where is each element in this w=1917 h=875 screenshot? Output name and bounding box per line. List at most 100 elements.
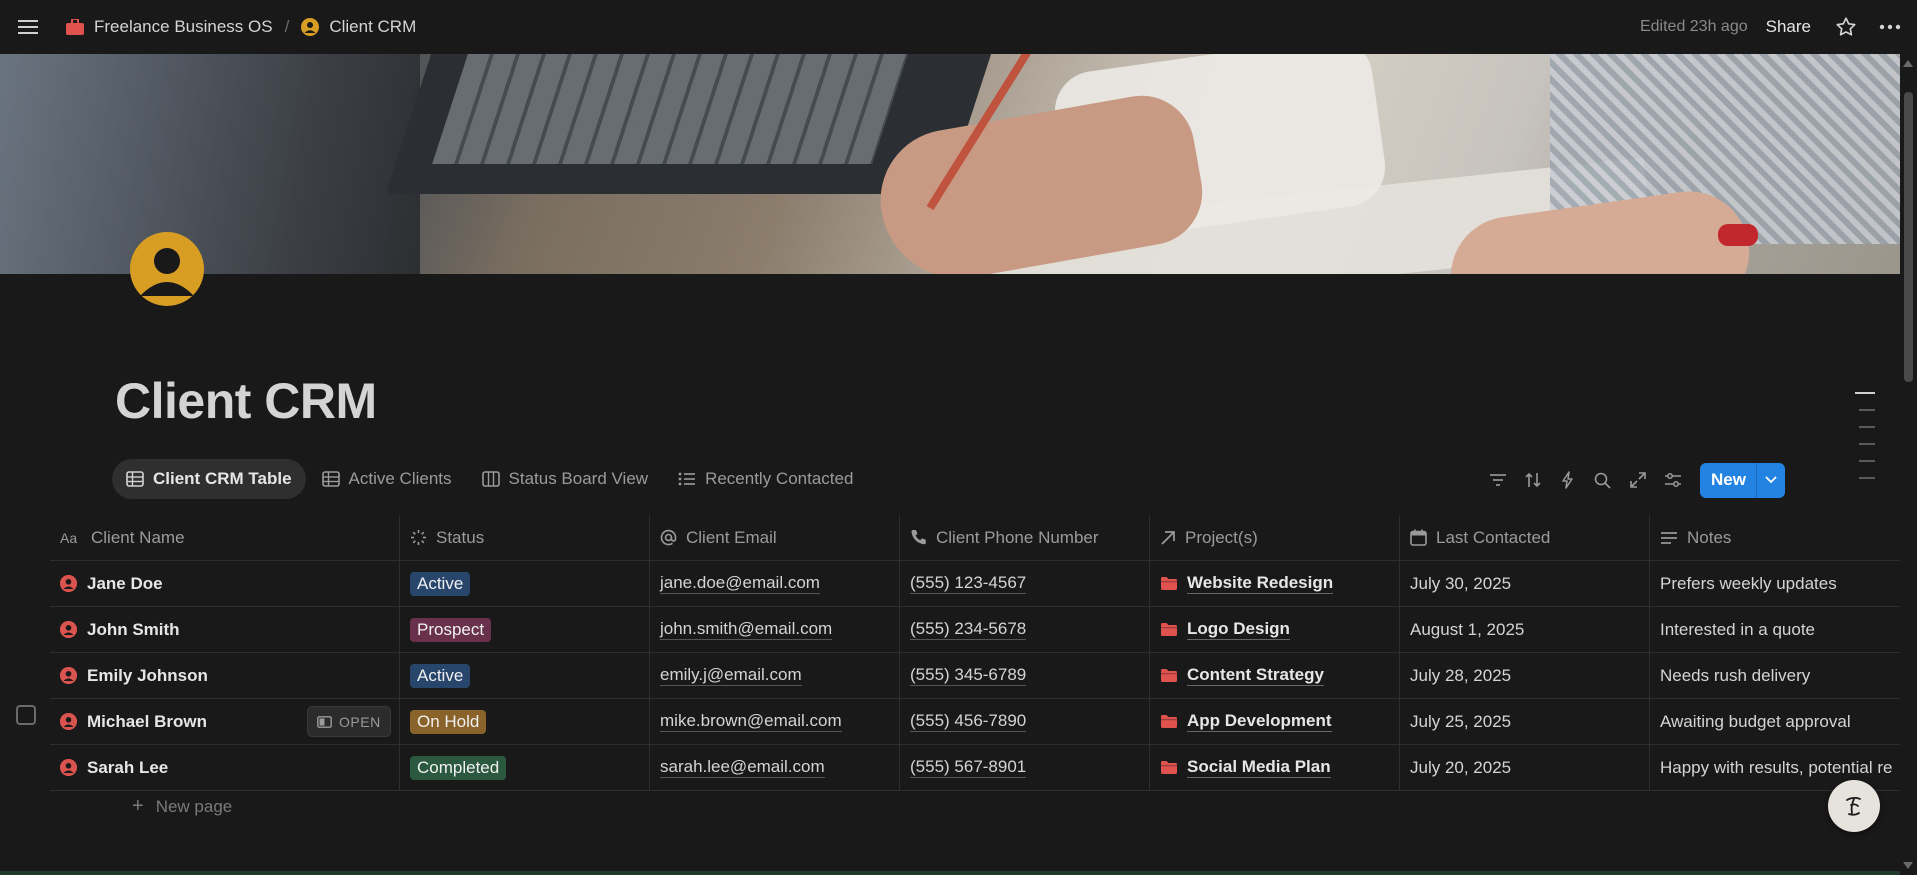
column-header-phone[interactable]: Client Phone Number bbox=[900, 515, 1150, 560]
client-email[interactable]: jane.doe@email.com bbox=[660, 573, 820, 594]
new-page-button[interactable]: + New page bbox=[132, 795, 232, 818]
person-icon bbox=[60, 575, 77, 592]
expand-icon[interactable] bbox=[1620, 465, 1655, 495]
email-cell[interactable]: mike.brown@email.com bbox=[650, 699, 900, 744]
open-row-button[interactable]: OPEN bbox=[307, 706, 391, 737]
notion-ai-face-icon[interactable] bbox=[1828, 780, 1880, 832]
table-row[interactable]: Sarah Lee Completed sarah.lee@email.com … bbox=[50, 745, 1900, 791]
email-cell[interactable]: john.smith@email.com bbox=[650, 607, 900, 652]
settings-sliders-icon[interactable] bbox=[1655, 465, 1690, 495]
table-icon bbox=[321, 471, 340, 487]
email-cell[interactable]: emily.j@email.com bbox=[650, 653, 900, 698]
search-icon[interactable] bbox=[1585, 465, 1620, 495]
table-row[interactable]: Michael Brown OPEN On Hold mike.brown@em… bbox=[50, 699, 1900, 745]
more-options-icon[interactable] bbox=[1879, 24, 1901, 30]
phone-cell[interactable]: (555) 456-7890 bbox=[900, 699, 1150, 744]
client-phone[interactable]: (555) 234-5678 bbox=[910, 619, 1027, 640]
status-cell[interactable]: Active bbox=[400, 561, 650, 606]
sort-icon[interactable] bbox=[1515, 465, 1550, 495]
project-link[interactable]: Content Strategy bbox=[1187, 665, 1324, 686]
client-name-cell[interactable]: John Smith bbox=[50, 607, 400, 652]
new-button[interactable]: New bbox=[1700, 462, 1756, 498]
column-header-projects[interactable]: Project(s) bbox=[1150, 515, 1400, 560]
table-row[interactable]: Jane Doe Active jane.doe@email.com (555)… bbox=[50, 561, 1900, 607]
last-contacted-cell[interactable]: July 25, 2025 bbox=[1400, 699, 1650, 744]
client-email[interactable]: john.smith@email.com bbox=[660, 619, 833, 640]
project-cell[interactable]: Content Strategy bbox=[1150, 653, 1400, 698]
project-link[interactable]: Website Redesign bbox=[1187, 573, 1334, 594]
column-header-notes[interactable]: Notes bbox=[1650, 515, 1900, 560]
star-icon[interactable] bbox=[1835, 16, 1857, 38]
client-email[interactable]: emily.j@email.com bbox=[660, 665, 802, 686]
page-outline-indicator[interactable] bbox=[1855, 392, 1877, 494]
email-cell[interactable]: sarah.lee@email.com bbox=[650, 745, 900, 790]
last-contacted-cell[interactable]: July 28, 2025 bbox=[1400, 653, 1650, 698]
status-cell[interactable]: Completed bbox=[400, 745, 650, 790]
column-header-client-email[interactable]: Client Email bbox=[650, 515, 900, 560]
share-button[interactable]: Share bbox=[1766, 17, 1811, 37]
client-phone[interactable]: (555) 456-7890 bbox=[910, 711, 1027, 732]
project-cell[interactable]: App Development bbox=[1150, 699, 1400, 744]
email-cell[interactable]: jane.doe@email.com bbox=[650, 561, 900, 606]
page-title[interactable]: Client CRM bbox=[115, 372, 377, 430]
column-label: Client Phone Number bbox=[936, 527, 1099, 547]
chevron-down-icon[interactable] bbox=[1755, 462, 1785, 498]
table-header: Aa Client Name Status Client Email Clien… bbox=[50, 515, 1900, 561]
at-icon bbox=[660, 529, 677, 546]
row-select-checkbox[interactable] bbox=[16, 705, 36, 725]
view-tab-client-crm-table[interactable]: Client CRM Table bbox=[112, 459, 306, 499]
project-link[interactable]: Logo Design bbox=[1187, 619, 1290, 640]
client-phone[interactable]: (555) 123-4567 bbox=[910, 573, 1027, 594]
view-tab-recently-contacted[interactable]: Recently Contacted bbox=[664, 459, 867, 499]
automation-lightning-icon[interactable] bbox=[1550, 465, 1585, 495]
column-label: Last Contacted bbox=[1436, 527, 1551, 547]
project-cell[interactable]: Social Media Plan bbox=[1150, 745, 1400, 790]
filter-icon[interactable] bbox=[1480, 465, 1515, 495]
vertical-scrollbar[interactable] bbox=[1900, 54, 1917, 875]
table-icon bbox=[126, 471, 144, 487]
scroll-up-arrow-icon[interactable] bbox=[1903, 60, 1913, 67]
last-contacted-cell[interactable]: July 20, 2025 bbox=[1400, 745, 1650, 790]
status-cell[interactable]: Prospect bbox=[400, 607, 650, 652]
column-header-client-name[interactable]: Aa Client Name bbox=[50, 515, 400, 560]
phone-cell[interactable]: (555) 123-4567 bbox=[900, 561, 1150, 606]
client-phone[interactable]: (555) 567-8901 bbox=[910, 757, 1027, 778]
client-name-cell[interactable]: Jane Doe bbox=[50, 561, 400, 606]
project-link[interactable]: App Development bbox=[1187, 711, 1332, 732]
column-header-last-contacted[interactable]: Last Contacted bbox=[1400, 515, 1650, 560]
client-phone[interactable]: (555) 345-6789 bbox=[910, 665, 1027, 686]
new-page-label: New page bbox=[155, 796, 233, 816]
table-row[interactable]: Emily Johnson Active emily.j@email.com (… bbox=[50, 653, 1900, 699]
phone-cell[interactable]: (555) 345-6789 bbox=[900, 653, 1150, 698]
breadcrumb-page[interactable]: Client CRM bbox=[301, 17, 416, 37]
notes-cell[interactable]: Prefers weekly updates bbox=[1650, 561, 1900, 606]
notes-cell[interactable]: Needs rush delivery bbox=[1650, 653, 1900, 698]
status-cell[interactable]: On Hold bbox=[400, 699, 650, 744]
client-email[interactable]: sarah.lee@email.com bbox=[660, 757, 825, 778]
notes-cell[interactable]: Interested in a quote bbox=[1650, 607, 1900, 652]
last-contacted-cell[interactable]: July 30, 2025 bbox=[1400, 561, 1650, 606]
scroll-down-arrow-icon[interactable] bbox=[1903, 862, 1913, 869]
view-tab-status-board[interactable]: Status Board View bbox=[468, 459, 663, 499]
phone-cell[interactable]: (555) 567-8901 bbox=[900, 745, 1150, 790]
client-crm-table: Aa Client Name Status Client Email Clien… bbox=[50, 515, 1900, 791]
notes-cell[interactable]: Awaiting budget approval bbox=[1650, 699, 1900, 744]
scrollbar-thumb[interactable] bbox=[1904, 92, 1913, 382]
phone-cell[interactable]: (555) 234-5678 bbox=[900, 607, 1150, 652]
project-cell[interactable]: Website Redesign bbox=[1150, 561, 1400, 606]
column-header-status[interactable]: Status bbox=[400, 515, 650, 560]
breadcrumb-workspace[interactable]: Freelance Business OS bbox=[66, 17, 273, 37]
client-email[interactable]: mike.brown@email.com bbox=[660, 711, 842, 732]
svg-text:Aa: Aa bbox=[60, 531, 77, 545]
client-name-cell[interactable]: Sarah Lee bbox=[50, 745, 400, 790]
page-icon-avatar[interactable] bbox=[130, 232, 204, 306]
view-tab-active-clients[interactable]: Active Clients bbox=[308, 459, 466, 499]
project-link[interactable]: Social Media Plan bbox=[1187, 757, 1331, 778]
last-contacted-cell[interactable]: August 1, 2025 bbox=[1400, 607, 1650, 652]
cover-image[interactable] bbox=[0, 54, 1900, 274]
status-cell[interactable]: Active bbox=[400, 653, 650, 698]
project-cell[interactable]: Logo Design bbox=[1150, 607, 1400, 652]
client-name-cell[interactable]: Emily Johnson bbox=[50, 653, 400, 698]
hamburger-menu-icon[interactable] bbox=[16, 15, 40, 39]
table-row[interactable]: John Smith Prospect john.smith@email.com… bbox=[50, 607, 1900, 653]
